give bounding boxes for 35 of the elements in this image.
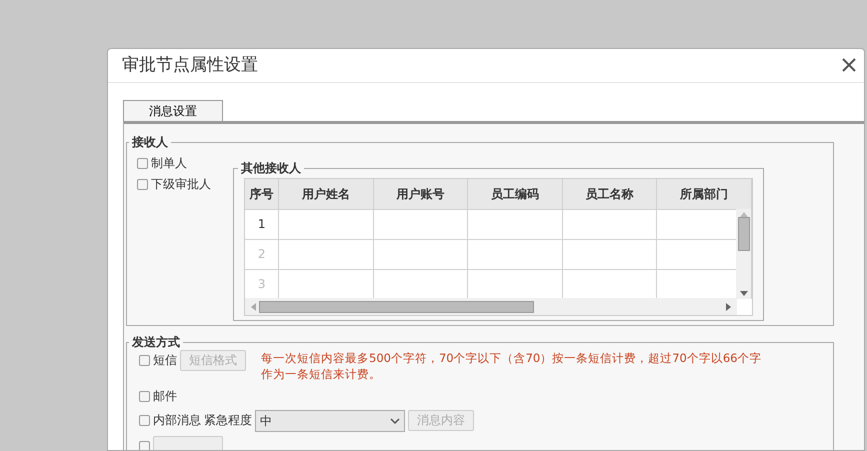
up-arrow-icon[interactable] (740, 212, 748, 217)
left-arrow-icon[interactable] (251, 302, 256, 310)
column-header: 用户姓名 (278, 179, 374, 209)
checkbox[interactable] (139, 415, 150, 426)
column-header: 员工编码 (468, 179, 562, 209)
scroll-thumb[interactable] (259, 300, 534, 312)
select-value: 中 (260, 413, 272, 430)
checkbox[interactable] (139, 391, 150, 402)
vertical-scrollbar[interactable] (736, 209, 751, 299)
down-arrow-icon[interactable] (740, 291, 748, 296)
chevron-icon (390, 418, 400, 424)
checkbox[interactable] (137, 178, 148, 190)
checkbox[interactable] (139, 355, 150, 366)
row-number: 1 (245, 209, 279, 239)
checkbox-label: 下级审批人 (151, 176, 211, 193)
urgency-select[interactable]: 中 (255, 410, 405, 432)
column-header: 序号 (245, 179, 279, 209)
column-header: 员工名称 (562, 179, 657, 209)
checkbox[interactable] (137, 158, 148, 168)
checkbox-label: 短信 (153, 352, 177, 369)
column-header: 用户账号 (373, 179, 468, 209)
column-header: 所属部门 (656, 179, 752, 209)
checkbox-label: 制单人 (151, 155, 187, 172)
window-title: 审批节点属性设置 (122, 54, 258, 77)
checkbox-label: 内部消息 (153, 412, 201, 429)
row-number: 2 (245, 239, 279, 269)
right-arrow-icon[interactable] (726, 302, 731, 310)
group-title: 其他接收人 (240, 162, 302, 174)
group-title: 发送方式 (130, 336, 181, 348)
checkbox[interactable] (139, 441, 150, 450)
sms-billing-note: 每一次短信内容最多500个字符，70个字以下（含70）按一条短信计费，超过70个字以66个字作为一条短信来计费。 (261, 350, 762, 382)
checkbox-label: 邮件 (153, 388, 177, 405)
group-title: 接收人 (130, 136, 169, 148)
tab[interactable]: 消息设置 (123, 100, 223, 121)
field-label: 紧急程度 (204, 412, 252, 429)
